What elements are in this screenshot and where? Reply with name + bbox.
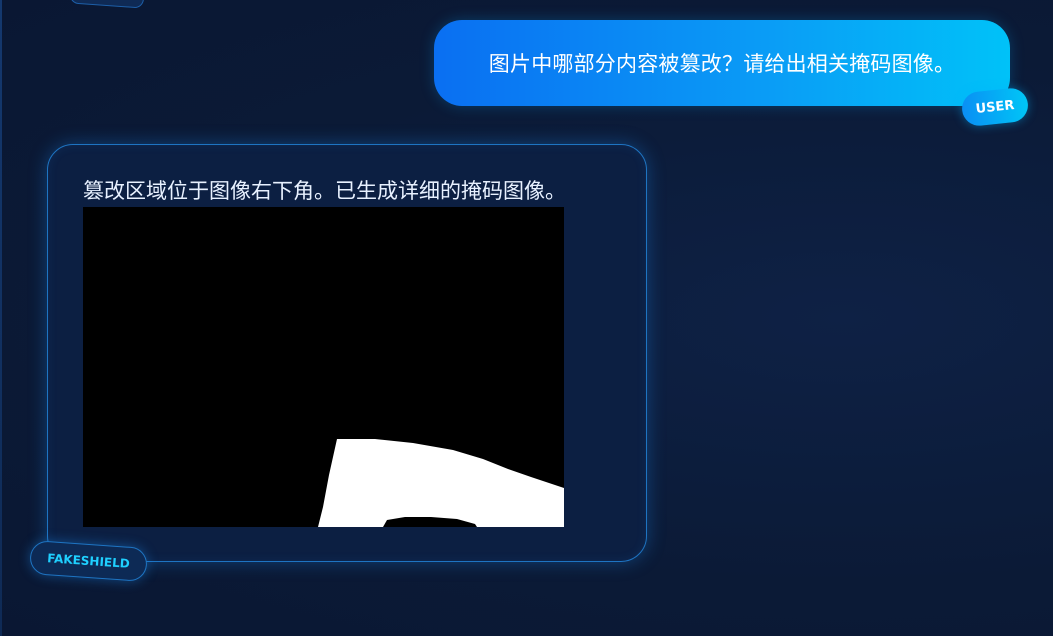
assistant-message-text: 篡改区域位于图像右下角。已生成详细的掩码图像。 — [83, 179, 566, 203]
chat-view: 图片中哪部分内容被篡改？请给出相关掩码图像。 USER 篡改区域位于图像右下角。… — [0, 0, 1053, 636]
user-message-bubble: 图片中哪部分内容被篡改？请给出相关掩码图像。 — [434, 20, 1010, 106]
assistant-message-bubble: 篡改区域位于图像右下角。已生成详细的掩码图像。 — [47, 144, 647, 562]
user-message-text: 图片中哪部分内容被篡改？请给出相关掩码图像。 — [488, 52, 956, 76]
user-role-badge: USER — [960, 86, 1030, 128]
mask-image[interactable] — [83, 207, 564, 527]
previous-message-badge — [69, 0, 145, 9]
assistant-role-badge: FAKESHIELD — [28, 539, 149, 583]
left-rail-divider — [0, 0, 2, 636]
mask-image-graphic — [83, 207, 564, 527]
